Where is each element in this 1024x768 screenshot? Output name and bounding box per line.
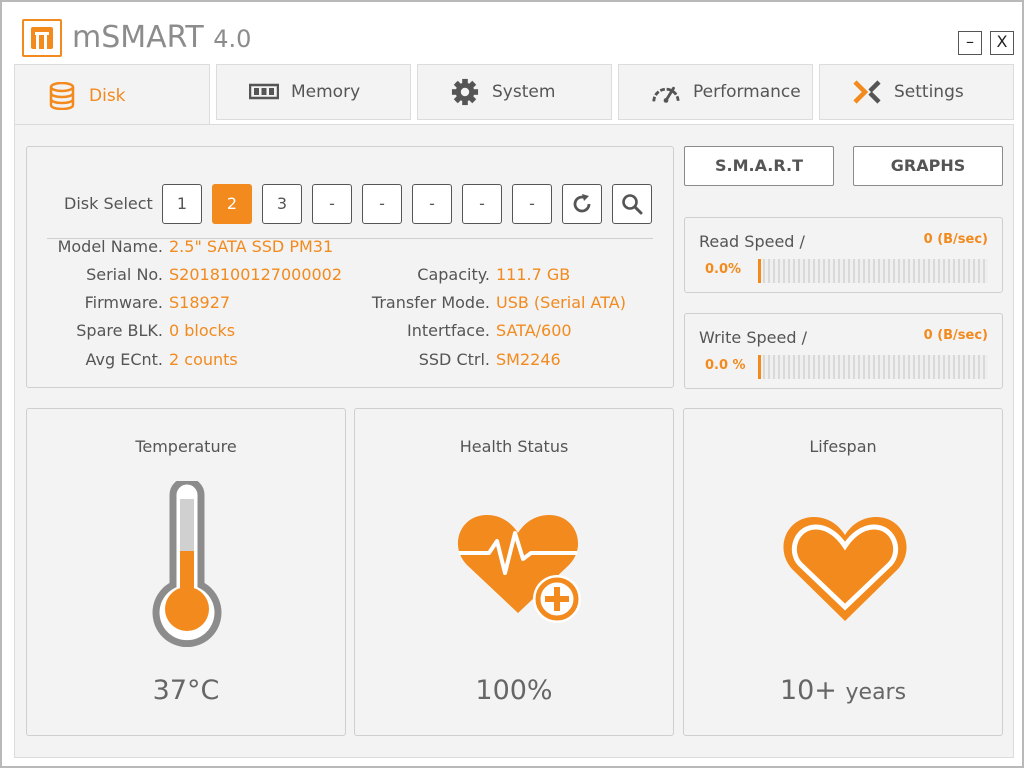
ssd-ctrl-value: SM2246 xyxy=(496,350,561,369)
health-value: 100% xyxy=(475,675,553,706)
firmware-value: S18927 xyxy=(169,293,231,312)
firmware-label: Firmware. xyxy=(84,293,163,312)
speedometer-icon xyxy=(652,86,680,103)
disk-button-3[interactable]: 3 xyxy=(262,184,302,224)
capacity-label: Capacity. xyxy=(417,265,490,284)
tab-label: Settings xyxy=(894,82,964,102)
disk-button-5[interactable]: - xyxy=(362,184,402,224)
heart-icon xyxy=(783,517,907,621)
database-icon xyxy=(49,81,75,110)
tab-system[interactable]: System xyxy=(417,64,612,120)
refresh-button[interactable] xyxy=(562,184,602,224)
disk-button-2[interactable]: 2 xyxy=(212,184,252,224)
write-speed-value: 0 (B/sec) xyxy=(923,328,988,343)
temperature-card: Temperature 37°C xyxy=(26,408,346,736)
disk-button-6[interactable]: - xyxy=(412,184,452,224)
memory-chip-icon xyxy=(249,83,279,100)
disk-button-1[interactable]: 1 xyxy=(162,184,202,224)
avg-ecnt-value: 2 counts xyxy=(169,350,238,369)
spare-blk-label: Spare BLK. xyxy=(76,321,163,340)
tab-label: Performance xyxy=(693,82,801,102)
app-name: mSMART xyxy=(72,20,204,55)
write-speed-fill xyxy=(758,355,761,379)
heart-pulse-plus-icon xyxy=(457,515,581,623)
disk-button-4[interactable]: - xyxy=(312,184,352,224)
lifespan-title: Lifespan xyxy=(809,437,877,456)
lifespan-unit: years xyxy=(845,680,907,705)
lifespan-number: 10+ xyxy=(779,675,837,706)
tab-label: Disk xyxy=(89,85,126,106)
read-speed-panel: Read Speed / 0 (B/sec) 0.0% xyxy=(684,217,1003,293)
avg-ecnt-label: Avg ECnt. xyxy=(85,350,164,369)
transfer-mode-value: USB (Serial ATA) xyxy=(496,293,626,312)
lifespan-card: Lifespan 10+ years xyxy=(683,408,1003,736)
model-name-value: 2.5" SATA SSD PM31 xyxy=(169,237,334,256)
temperature-title: Temperature xyxy=(135,437,237,456)
app-title: mSMART 4.0 xyxy=(72,20,251,55)
interface-label: Intertface. xyxy=(407,321,490,340)
app-window: mSMART 4.0 – X Disk Memory System Perfor… xyxy=(0,0,1024,768)
write-speed-percent: 0.0 % xyxy=(705,358,746,373)
health-card: Health Status 100% xyxy=(354,408,674,736)
smart-button[interactable]: S.M.A.R.T xyxy=(684,146,834,186)
temperature-value: 37°C xyxy=(152,675,220,706)
disk-select-label: Disk Select xyxy=(64,194,153,213)
read-speed-percent: 0.0% xyxy=(705,262,742,277)
write-speed-bar xyxy=(758,355,988,379)
ssd-ctrl-label: SSD Ctrl. xyxy=(418,350,490,369)
minimize-button[interactable]: – xyxy=(958,31,982,55)
read-speed-fill xyxy=(758,259,761,283)
transfer-mode-label: Transfer Mode. xyxy=(371,293,490,312)
graphs-button[interactable]: GRAPHS xyxy=(853,146,1003,186)
search-button[interactable] xyxy=(612,184,652,224)
gear-icon xyxy=(451,78,479,106)
tab-disk[interactable]: Disk xyxy=(14,64,210,126)
serial-no-value: S2018100127000002 xyxy=(169,265,343,284)
capacity-value: 111.7 GB xyxy=(496,265,571,284)
disk-button-8[interactable]: - xyxy=(512,184,552,224)
read-speed-title: Read Speed / xyxy=(699,232,805,251)
thermometer-icon xyxy=(152,481,222,647)
tab-settings[interactable]: Settings xyxy=(819,64,1014,120)
tab-memory[interactable]: Memory xyxy=(216,64,411,120)
spare-blk-value: 0 blocks xyxy=(169,321,236,340)
read-speed-bar xyxy=(758,259,988,283)
model-name-label: Model Name. xyxy=(57,237,163,256)
write-speed-title: Write Speed / xyxy=(699,328,807,347)
interface-value: SATA/600 xyxy=(496,321,572,340)
search-icon xyxy=(622,194,643,215)
disk-button-7[interactable]: - xyxy=(462,184,502,224)
disk-info-panel: Disk Select 1 2 3 - - - - - Model Name. … xyxy=(26,146,674,388)
read-speed-value: 0 (B/sec) xyxy=(923,232,988,247)
tab-label: System xyxy=(492,82,556,102)
serial-no-label: Serial No. xyxy=(86,265,163,284)
tab-performance[interactable]: Performance xyxy=(618,64,813,120)
app-version: 4.0 xyxy=(213,25,252,53)
write-speed-panel: Write Speed / 0 (B/sec) 0.0 % xyxy=(684,313,1003,389)
health-title: Health Status xyxy=(459,437,569,456)
lifespan-value: 10+ years xyxy=(684,675,1002,706)
close-button[interactable]: X xyxy=(990,31,1014,55)
refresh-icon xyxy=(573,194,591,213)
tab-label: Memory xyxy=(291,82,361,102)
app-logo-icon xyxy=(22,19,62,57)
settings-x-icon xyxy=(853,80,881,104)
